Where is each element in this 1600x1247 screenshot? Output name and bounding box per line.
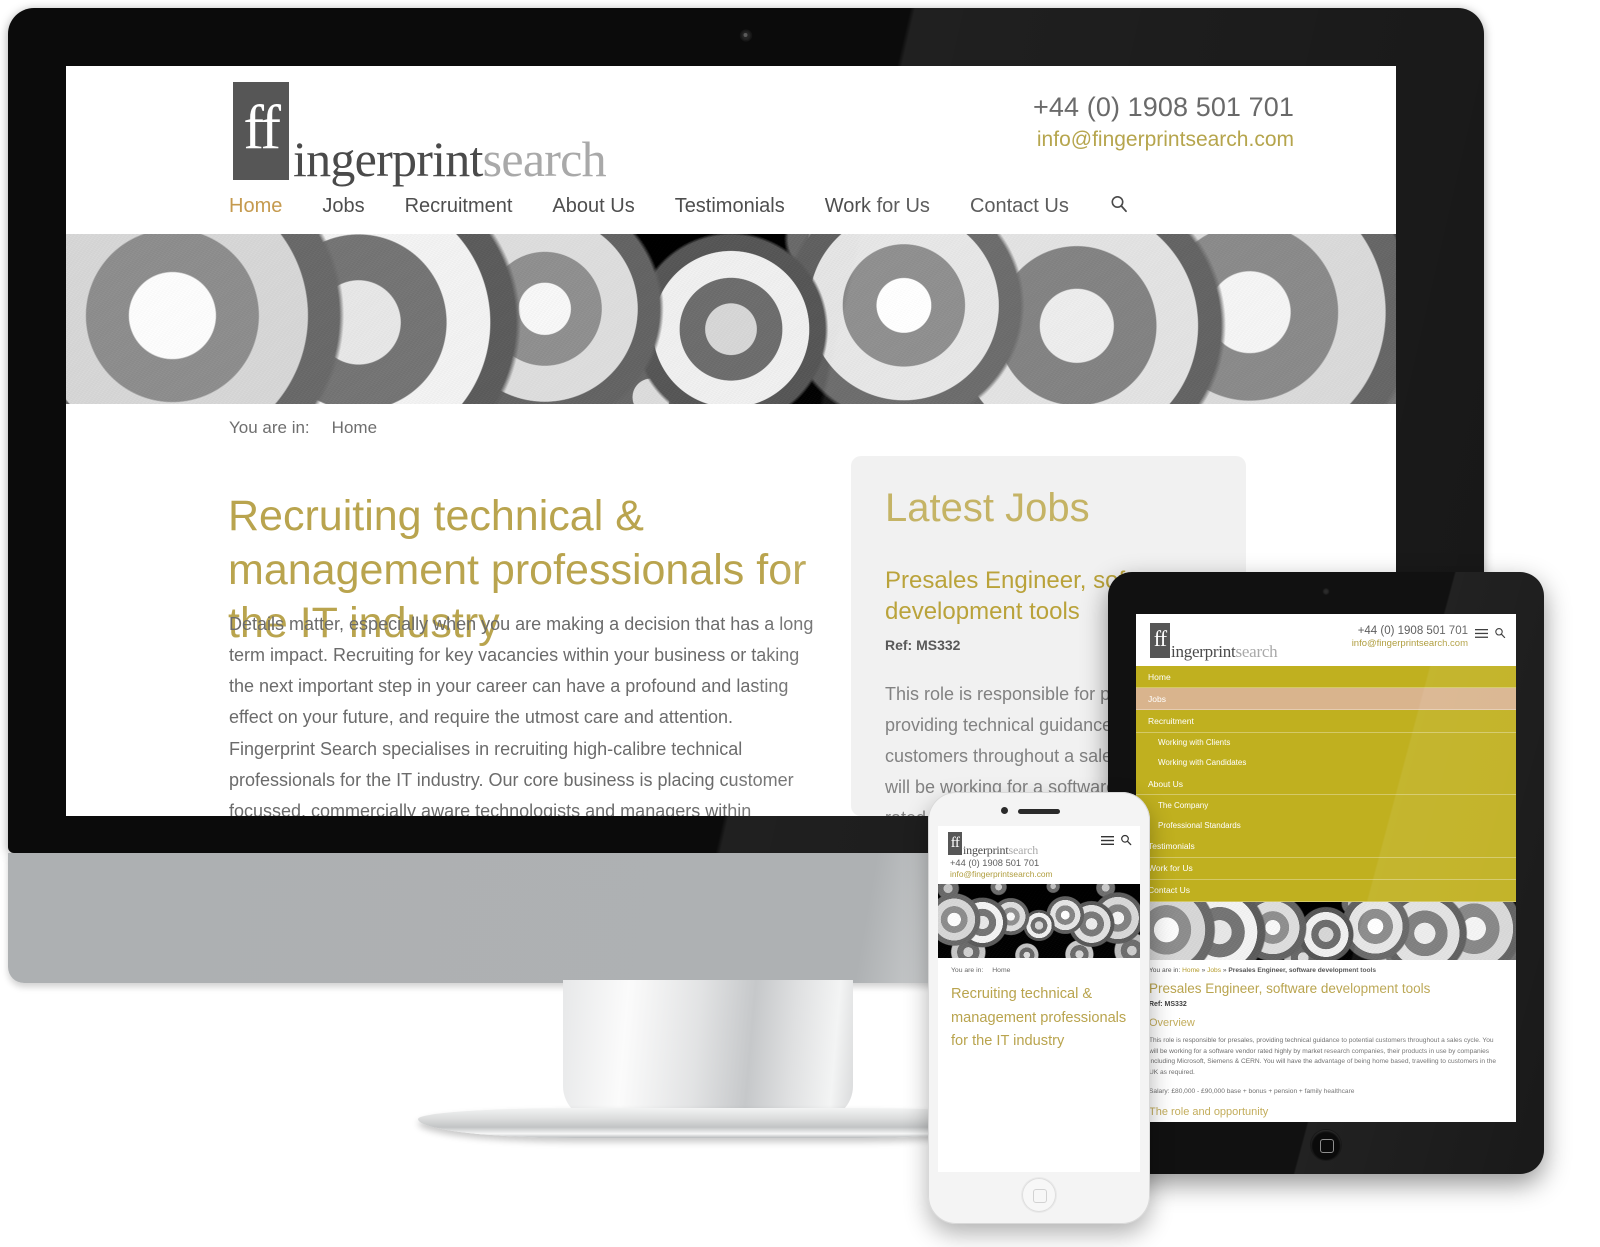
desktop-header: ff ingerprintsearch +44 (0) 1908 501 701…: [66, 66, 1396, 228]
hero-texture: [938, 884, 1140, 958]
nav-item-about-us[interactable]: About Us: [552, 195, 634, 218]
header-contact: +44 (0) 1908 501 701 info@fingerprintsea…: [1033, 92, 1294, 152]
breadcrumb-current[interactable]: Home: [992, 967, 1010, 974]
phone-breadcrumb: You are in: Home: [951, 967, 1127, 974]
intro-paragraph-1: Details matter, especially when you are …: [229, 614, 814, 727]
phone-device: ff ingerprintsearch +44 (0) 1908 501 701: [928, 792, 1150, 1224]
search-icon[interactable]: [1109, 194, 1129, 219]
breadcrumb-label: You are in:: [229, 418, 310, 437]
hero-texture: [66, 234, 1396, 404]
phone-speaker-icon: [1018, 809, 1060, 814]
search-icon[interactable]: [1120, 833, 1132, 851]
phone-content: You are in: Home Recruiting technical & m…: [938, 958, 1140, 1054]
site-logo[interactable]: ff ingerprintsearch: [233, 82, 607, 184]
webcam-icon: [740, 30, 752, 41]
tablet-screen-glare: [1108, 572, 1544, 1174]
latest-jobs-title: Latest Jobs: [885, 486, 1090, 530]
hamburger-icon[interactable]: [1101, 833, 1114, 851]
phone-number[interactable]: +44 (0) 1908 501 701: [1033, 92, 1294, 123]
phone-viewport: ff ingerprintsearch +44 (0) 1908 501 701: [938, 826, 1140, 1172]
imac-stand-neck: [563, 980, 853, 1120]
phone-bezel: ff ingerprintsearch +44 (0) 1908 501 701: [928, 792, 1150, 1224]
phone-hero-logs-image: [938, 884, 1140, 958]
nav-item-contact-us[interactable]: Contact Us: [970, 195, 1069, 218]
intro-paragraph-2: Fingerprint Search specialises in recrui…: [229, 739, 794, 816]
logo-mark-icon: ff: [233, 82, 289, 180]
phone-home-button[interactable]: [1022, 1178, 1056, 1212]
logo-wordmark: ingerprintsearch: [963, 843, 1039, 858]
nav-item-jobs[interactable]: Jobs: [322, 195, 364, 218]
logo-mark-icon: ff: [948, 832, 962, 855]
phone-contact-block: +44 (0) 1908 501 701 info@fingerprintsea…: [938, 854, 1140, 884]
logo-wordmark: ingerprintsearch: [293, 134, 607, 184]
phone-site-logo[interactable]: ff ingerprintsearch: [948, 832, 1039, 858]
logo-word-light: search: [482, 131, 607, 187]
breadcrumb-label: You are in:: [951, 967, 984, 974]
device-mockup-stage: ff ingerprintsearch +44 (0) 1908 501 701…: [0, 0, 1600, 1247]
nav-item-recruitment[interactable]: Recruitment: [405, 195, 513, 218]
breadcrumb-current[interactable]: Home: [332, 418, 377, 437]
phone-header: ff ingerprintsearch: [938, 826, 1140, 858]
logo-word-dark: ingerprint: [963, 843, 1009, 858]
tablet-bezel: ff ingerprintsearch +44 (0) 1908 501 701…: [1108, 572, 1544, 1174]
phone-header-icons: [1101, 833, 1132, 851]
logo-word-light: search: [1008, 843, 1039, 858]
email-address[interactable]: info@fingerprintsearch.com: [950, 869, 1140, 879]
hero-logs-image: [66, 234, 1396, 404]
nav-item-home[interactable]: Home: [229, 195, 282, 218]
main-nav: Home Jobs Recruitment About Us Testimoni…: [229, 194, 1129, 219]
tablet-home-button[interactable]: [1311, 1130, 1341, 1160]
tablet-device: ff ingerprintsearch +44 (0) 1908 501 701…: [1108, 572, 1544, 1174]
nav-item-work-for-us[interactable]: Work for Us: [825, 195, 930, 218]
breadcrumb: You are in: Home: [229, 418, 377, 438]
phone-camera-icon: [1001, 807, 1008, 814]
phone-page-title: Recruiting technical & management profes…: [951, 986, 1127, 1050]
phone-number[interactable]: +44 (0) 1908 501 701: [950, 858, 1140, 868]
nav-item-testimonials[interactable]: Testimonials: [675, 195, 785, 218]
email-address[interactable]: info@fingerprintsearch.com: [1033, 128, 1294, 152]
logo-word-dark: ingerprint: [293, 131, 483, 187]
